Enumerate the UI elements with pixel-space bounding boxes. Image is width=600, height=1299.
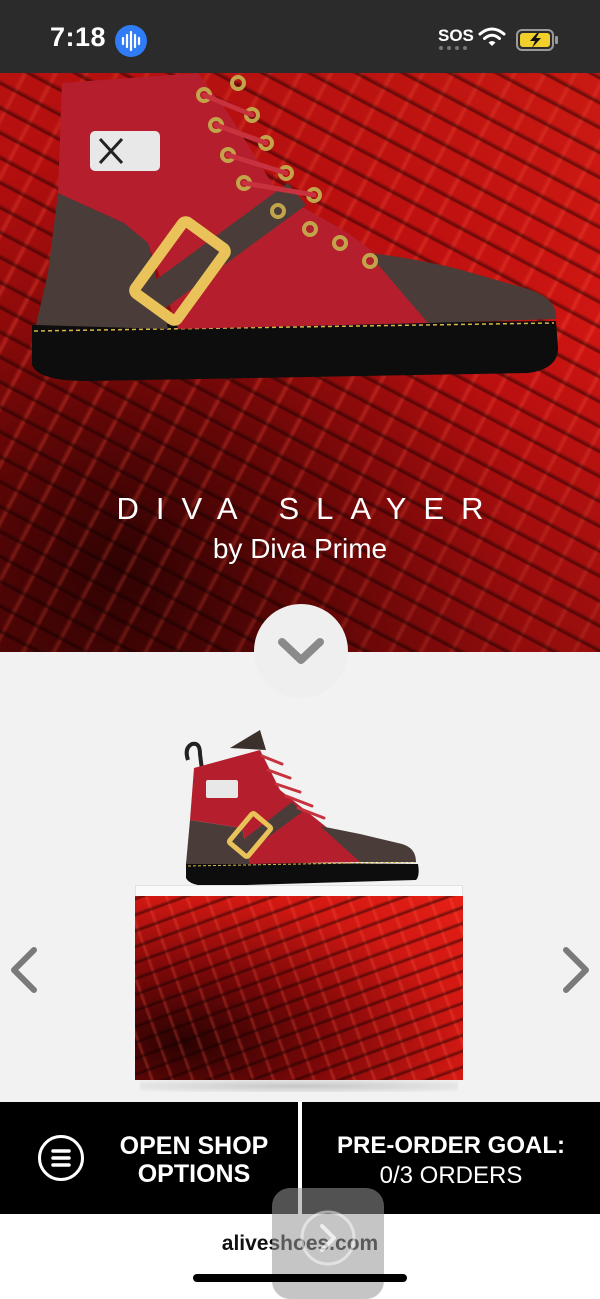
hero-shoe-image bbox=[32, 73, 558, 381]
status-bar: 7:18 SOS bbox=[0, 0, 600, 73]
product-title: DIVA SLAYER bbox=[116, 491, 501, 526]
voice-memo-icon bbox=[115, 25, 147, 57]
shop-options-line1: OPEN SHOP bbox=[119, 1132, 269, 1160]
battery-charging-icon bbox=[516, 29, 558, 51]
chevron-down-icon bbox=[278, 638, 324, 664]
signal-dots-icon bbox=[439, 46, 467, 50]
product-carousel bbox=[0, 652, 600, 1102]
wifi-icon bbox=[478, 27, 506, 46]
sos-indicator: SOS bbox=[438, 26, 474, 45]
open-shop-options-button[interactable]: OPEN SHOP OPTIONS bbox=[0, 1102, 298, 1214]
next-image-button[interactable] bbox=[556, 942, 596, 998]
preorder-goal-title: PRE-ORDER GOAL: bbox=[337, 1132, 565, 1159]
product-subtitle: by Diva Prime bbox=[212, 533, 388, 564]
hero-banner: DIVA SLAYER by Diva Prime bbox=[0, 73, 600, 652]
menu-icon bbox=[38, 1135, 84, 1181]
scroll-down-button[interactable] bbox=[254, 604, 348, 698]
preorder-goal-value: 0/3 ORDERS bbox=[379, 1162, 523, 1189]
previous-image-button[interactable] bbox=[4, 942, 44, 998]
status-time: 7:18 bbox=[50, 22, 107, 52]
chevron-right-icon bbox=[563, 947, 589, 993]
chevron-right-icon bbox=[300, 1210, 356, 1266]
product-shoe-image bbox=[184, 730, 419, 886]
pedestal-display bbox=[135, 896, 463, 1080]
shop-options-line2: OPTIONS bbox=[137, 1160, 251, 1188]
home-indicator[interactable] bbox=[193, 1274, 407, 1282]
floating-forward-button[interactable] bbox=[272, 1188, 384, 1299]
pedestal-shadow bbox=[140, 1080, 458, 1092]
shop-options-label: OPEN SHOP OPTIONS bbox=[96, 1132, 292, 1188]
chevron-left-icon bbox=[11, 947, 37, 993]
